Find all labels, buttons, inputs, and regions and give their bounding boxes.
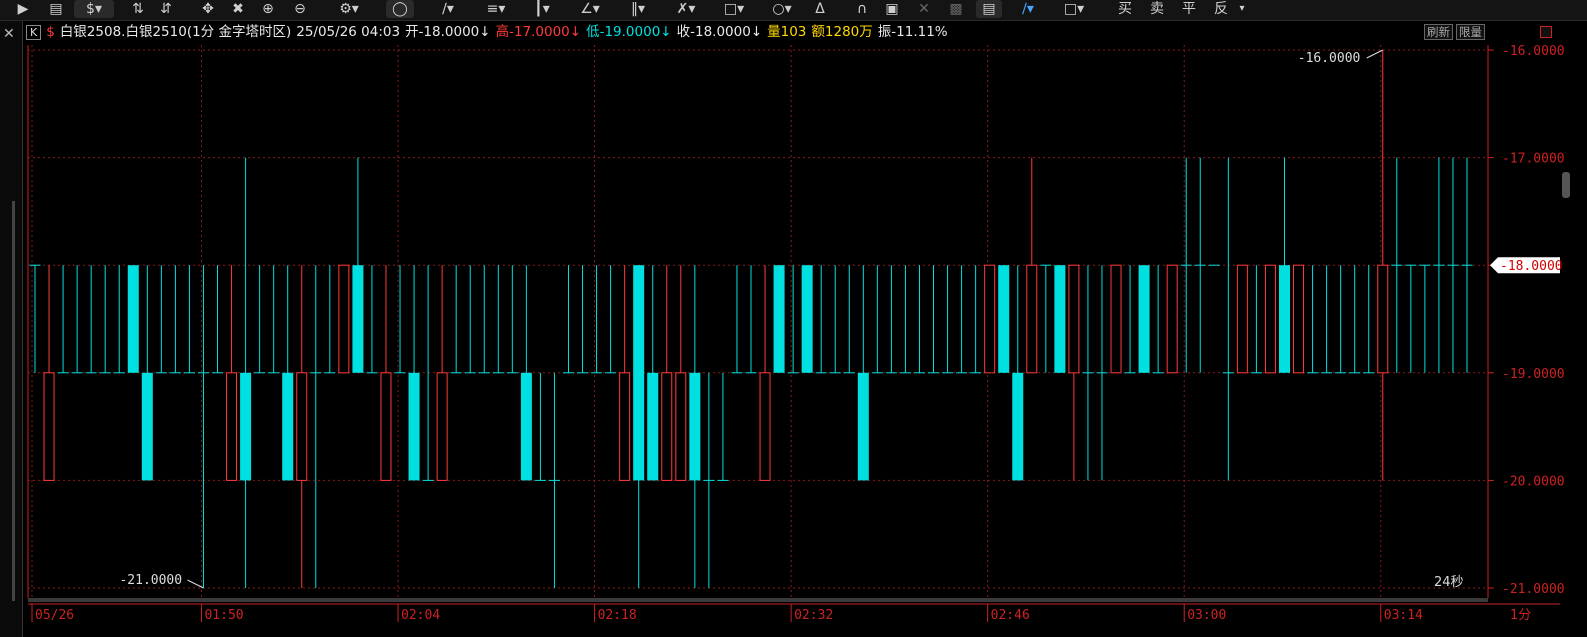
candle-body (998, 265, 1010, 373)
candle-body (141, 372, 153, 481)
min-price-label: -21.0000 (119, 573, 182, 588)
candle-body (1068, 264, 1080, 374)
candle-body (408, 372, 420, 481)
candle-body (380, 372, 392, 481)
candle-body (436, 372, 448, 481)
candle-body (773, 265, 785, 373)
x-tick-label: 02:32 (794, 608, 833, 623)
candle-body (352, 265, 364, 373)
candle-body (520, 372, 532, 481)
x-tick-label: 03:00 (1187, 608, 1226, 623)
candle-body (1166, 264, 1178, 374)
candle-body (1293, 264, 1305, 374)
y-tick-label: -20.0000 (1502, 474, 1565, 489)
candle-body (296, 372, 308, 481)
x-tick-label: 03:14 (1384, 608, 1423, 623)
candle-body (1026, 264, 1038, 374)
current-price-label: -18.0000 (1500, 259, 1563, 274)
y-tick-label: -16.0000 (1502, 44, 1565, 59)
x-tick-label: 02:18 (598, 608, 637, 623)
candle-body (984, 264, 996, 374)
y-tick-label: -19.0000 (1502, 367, 1565, 382)
candle-body (759, 372, 771, 481)
countdown-label: 24秒 (1434, 575, 1464, 590)
y-tick-label: -17.0000 (1502, 152, 1565, 167)
x-tick-label: 02:46 (991, 608, 1030, 623)
candle-body (633, 265, 645, 481)
candle-body (240, 372, 252, 481)
candle-body (43, 372, 55, 481)
candle-body (338, 264, 350, 374)
candle-body (647, 372, 659, 481)
candle-body (1264, 264, 1276, 374)
candle-body (1278, 265, 1290, 373)
candle-body (689, 372, 701, 481)
candle-body (1138, 265, 1150, 373)
candle-body (127, 265, 139, 373)
candle-body (1236, 264, 1248, 374)
candle-body (1054, 265, 1066, 373)
candle-body (675, 372, 687, 481)
x-tick-label: 02:04 (401, 608, 440, 623)
x-tick-label: 05/26 (35, 608, 74, 623)
y-tick-label: -21.0000 (1502, 582, 1565, 597)
candle-body (857, 372, 869, 481)
candle-body (226, 372, 238, 481)
candle-body (1012, 372, 1024, 481)
candle-body (619, 372, 631, 481)
max-price-label: -16.0000 (1298, 51, 1361, 66)
candle-body (282, 372, 294, 481)
x-tick-label: 01:50 (204, 608, 243, 623)
right-scroll-grip[interactable] (1562, 172, 1570, 198)
candle-body (1110, 264, 1122, 374)
time-scrollbar (28, 598, 1488, 602)
candle-body (661, 372, 673, 481)
candle-body (1377, 264, 1389, 374)
period-label: 1分 (1510, 608, 1531, 623)
candle-body (801, 265, 813, 373)
candlestick-chart[interactable]: -16.0000 -17.0000 -19.0000 -20.0000 -21.0000… (0, 0, 1587, 637)
